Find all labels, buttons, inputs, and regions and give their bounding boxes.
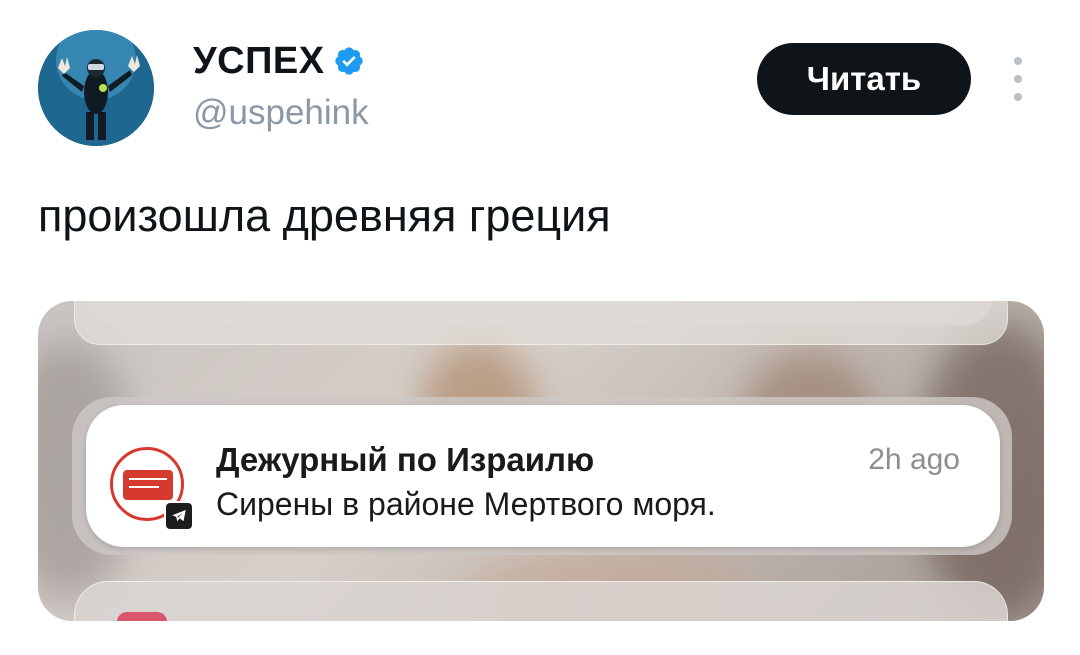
notification-time: 2h ago <box>868 443 960 476</box>
account-handle[interactable]: @uspehink <box>193 93 369 133</box>
more-vertical-icon[interactable] <box>1009 57 1027 101</box>
stacked-notification <box>74 301 1008 345</box>
follow-button[interactable]: Читать <box>757 43 971 115</box>
account-name-row: УСПЕХ <box>193 40 365 82</box>
avatar[interactable] <box>38 30 154 146</box>
notification-card[interactable]: Дежурный по Израилю 2h ago Сирены в райо… <box>86 405 1000 547</box>
tweet-text: произошла древняя греция <box>38 190 611 241</box>
account-name[interactable]: УСПЕХ <box>193 40 325 83</box>
telegram-icon <box>164 501 194 531</box>
verified-badge-icon <box>333 45 365 77</box>
app-icon <box>117 612 167 621</box>
notification-message: Сирены в районе Мертвого моря. <box>216 486 716 522</box>
stacked-notification-partial <box>74 581 1008 621</box>
notification-title: Дежурный по Израилю <box>216 441 595 478</box>
tweet-media[interactable]: Дежурный по Израилю 2h ago Сирены в райо… <box>38 301 1044 621</box>
